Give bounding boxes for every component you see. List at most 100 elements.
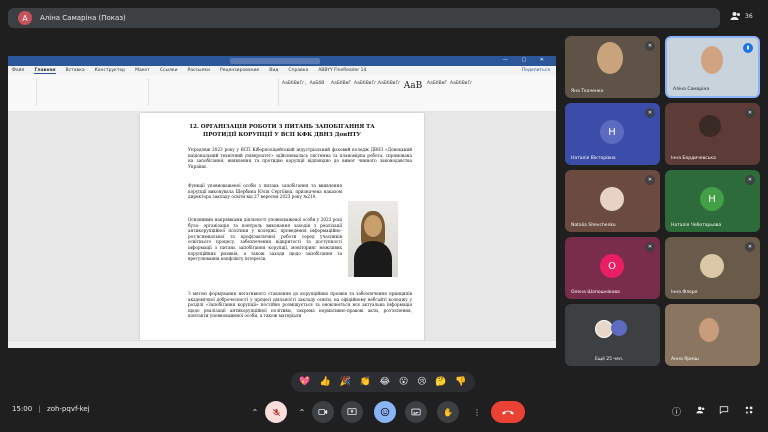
style-4[interactable]: АаБбВвГг (378, 81, 401, 97)
separator: | (38, 405, 41, 413)
participant-name: Анна Ярміш (671, 357, 699, 362)
style-1[interactable]: АаБбВ (306, 81, 328, 97)
people-icon (696, 406, 705, 414)
more-participants-tile[interactable]: Ещё 25 чел. (565, 304, 660, 366)
clap-reaction[interactable]: 👏 (360, 377, 371, 387)
audio-options-icon[interactable]: ⌃ (244, 401, 266, 423)
participant-tile[interactable]: O ✕ Олена Шапошнікова (565, 237, 660, 299)
mic-off-button[interactable] (265, 401, 287, 423)
participant-initial: H (600, 120, 624, 144)
tab-references[interactable]: Ссылки (160, 68, 178, 73)
shared-screen: — ▢ ✕ Файл Главная Вставка Конструктор М… (8, 56, 556, 348)
tab-layout[interactable]: Макет (135, 68, 150, 73)
participant-name: Яна Ткаченко (571, 89, 604, 94)
style-2[interactable]: АаБбВвГ (330, 81, 352, 97)
tab-review[interactable]: Рецензирование (220, 68, 259, 73)
thinking-reaction[interactable]: 🤔 (435, 377, 446, 387)
participant-tile[interactable]: ✕ Інна Флоря (665, 237, 760, 299)
heart-reaction[interactable]: 💖 (299, 377, 310, 387)
raise-hand-button[interactable]: ✋ (437, 401, 459, 423)
tab-help[interactable]: Справка (288, 68, 308, 73)
window-controls[interactable]: — ▢ ✕ (503, 57, 550, 63)
camera-button[interactable] (312, 401, 334, 423)
paragraph-3: Основними напрямками діяльності уповнова… (188, 217, 342, 262)
style-6[interactable]: АаБбВвГ (426, 81, 448, 97)
activities-icon[interactable] (744, 405, 754, 418)
meeting-code: zoh-pqvf-kej (47, 405, 90, 413)
font-group[interactable] (38, 78, 149, 106)
participant-video (699, 115, 721, 137)
style-title[interactable]: AaB (402, 81, 424, 97)
presenter-bar[interactable]: А Аліна Самаріна (Показ) (8, 8, 720, 28)
clipboard-group[interactable] (10, 78, 37, 106)
presenter-avatar: А (18, 11, 32, 25)
word-search[interactable] (230, 58, 320, 64)
paragraph-2: Функції уповноваженої особи з питань зап… (188, 183, 342, 200)
tab-file[interactable]: Файл (12, 68, 24, 73)
tab-insert[interactable]: Вставка (66, 68, 85, 73)
laugh-reaction[interactable]: 😂 (380, 377, 391, 387)
clock-time: 15:00 (12, 405, 33, 413)
participant-name: Інна Бердичевська (671, 156, 716, 161)
surprised-reaction[interactable]: 😮 (399, 377, 408, 387)
participant-count-value: 36 (745, 12, 753, 20)
presenter-label: Аліна Самаріна (Показ) (40, 14, 126, 22)
share-button[interactable]: Поделиться (522, 68, 550, 73)
style-3[interactable]: АаБбВвГг, (354, 81, 378, 97)
document-page[interactable]: 12. ОРГАНІЗАЦІЯ РОБОТИ З ПИТАНЬ ЗАПОБІГА… (140, 113, 424, 348)
emoji-button[interactable] (374, 401, 396, 423)
participant-name: Інна Флоря (671, 290, 698, 295)
paragraph-group[interactable] (150, 78, 279, 106)
people-panel-icon[interactable] (696, 405, 706, 418)
mic-off-icon: ✕ (745, 108, 755, 118)
portrait-photo (348, 201, 398, 277)
document-heading: 12. ОРГАНІЗАЦІЯ РОБОТИ З ПИТАНЬ ЗАПОБІГА… (189, 124, 375, 138)
chat-icon[interactable] (719, 405, 729, 418)
tab-mailings[interactable]: Рассылки (188, 68, 211, 73)
captions-button[interactable] (405, 401, 427, 423)
word-ribbon: АаБбВвГг, АаБбВ АаБбВвГ АаБбВвГг, АаБбВв… (8, 75, 556, 112)
thumbs-up-reaction[interactable]: 👍 (319, 377, 330, 387)
document-area[interactable]: 12. ОРГАНІЗАЦІЯ РОБОТИ З ПИТАНЬ ЗАПОБІГА… (8, 111, 556, 348)
sad-reaction[interactable]: 😢 (417, 377, 426, 387)
participant-name: Наталія Чеботарьова (671, 223, 722, 228)
leave-call-button[interactable] (491, 401, 525, 423)
participant-video (701, 46, 723, 74)
tab-abbyy[interactable]: ABBYY FineReader 14 (318, 68, 366, 73)
party-reaction[interactable]: 🎉 (339, 377, 350, 387)
participant-initial: O (600, 254, 624, 278)
video-options-icon[interactable]: ⌃ (291, 401, 313, 423)
present-screen-icon (347, 408, 357, 415)
smile-icon (380, 407, 390, 417)
mic-off-icon: ✕ (645, 242, 655, 252)
participant-count[interactable]: 36 (730, 10, 753, 22)
more-options-button[interactable]: ⋮ (466, 401, 488, 423)
participant-tile[interactable]: ✕ Яна Ткаченко (565, 36, 660, 98)
info-icon[interactable]: ⓘ (672, 405, 681, 418)
participant-tile[interactable]: ✕ Інна Бердичевська (665, 103, 760, 165)
paragraph-1: Упродовж 2023 року у ВСП Кіберполіцейськ… (188, 147, 412, 169)
participant-name: Наталія Вікторівна (571, 156, 616, 161)
participant-tile[interactable]: Анна Ярміш (665, 304, 760, 366)
tab-design[interactable]: Конструктор (95, 68, 125, 73)
mic-off-icon: ✕ (645, 175, 655, 185)
thumbs-down-reaction[interactable]: 👎 (455, 377, 466, 387)
word-statusbar (8, 340, 556, 348)
style-7[interactable]: АаБбВвГг (450, 81, 473, 97)
style-normal[interactable]: АаБбВвГг, (282, 81, 306, 97)
hand-icon: ✋ (443, 407, 453, 417)
hang-up-icon (502, 410, 514, 415)
camera-icon (318, 409, 328, 415)
participant-avatar (611, 320, 627, 336)
reactions-bar: 💖 👍 🎉 👏 😂 😮 😢 🤔 👎 (291, 372, 475, 392)
participant-name: Олена Шапошнікова (571, 290, 620, 295)
participant-tile[interactable]: H ✕ Наталія Вікторівна (565, 103, 660, 165)
participant-tile-active[interactable]: ▮ Аліна Самаріна (665, 36, 760, 98)
participant-tile[interactable]: H ✕ Наталія Чеботарьова (665, 170, 760, 232)
speaking-icon: ▮ (743, 43, 753, 53)
tab-view[interactable]: Вид (269, 68, 278, 73)
tab-home[interactable]: Главная (34, 68, 56, 74)
participant-tile[interactable]: ✕ Natalia Shevchenko (565, 170, 660, 232)
present-button[interactable] (341, 401, 363, 423)
mic-off-icon (272, 408, 280, 416)
